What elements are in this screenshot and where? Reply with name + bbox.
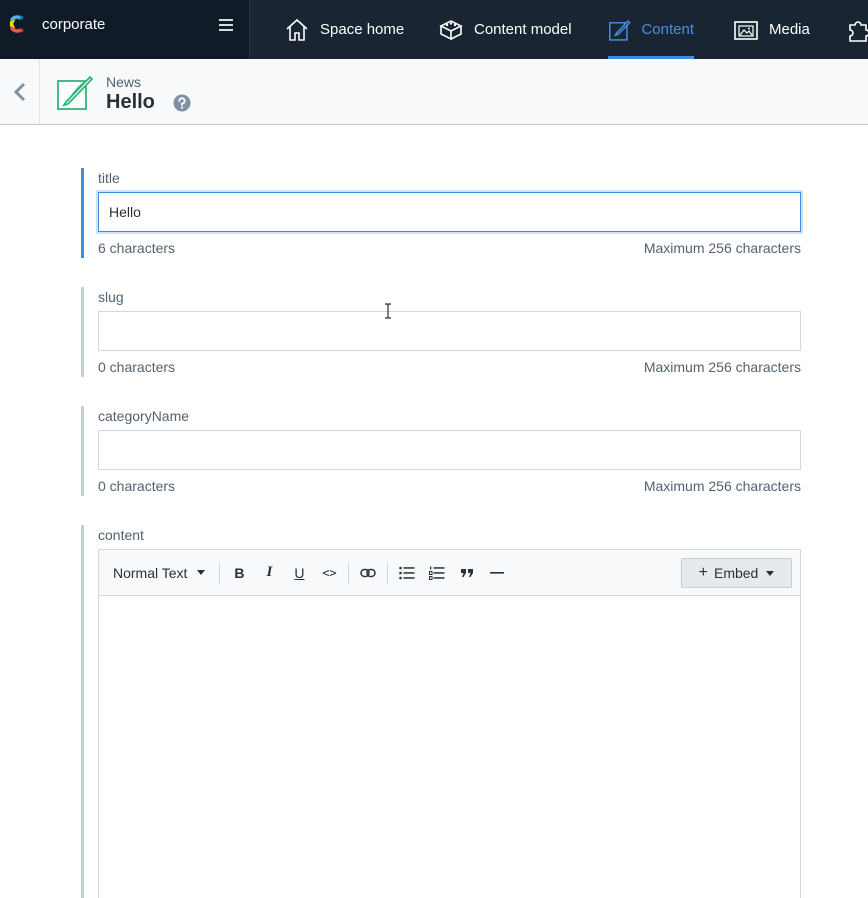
text-format-dropdown[interactable]: Normal Text <box>105 558 213 588</box>
bold-icon: B <box>234 564 245 581</box>
field-meta: 0 characters Maximum 256 characters <box>98 478 801 494</box>
nav-apps[interactable] <box>846 0 868 59</box>
nav-label: Space home <box>320 21 405 38</box>
toolbar-divider <box>219 561 221 584</box>
media-icon <box>734 20 758 40</box>
code-button[interactable]: <> <box>314 558 344 588</box>
character-max: Maximum 256 characters <box>643 359 801 375</box>
bulleted-list-icon <box>399 566 415 579</box>
character-max: Maximum 256 characters <box>643 478 801 494</box>
text-cursor-icon <box>385 303 391 319</box>
field-label: slug <box>98 289 124 305</box>
field-title: title 6 characters Maximum 256 character… <box>81 168 801 258</box>
category-name-input[interactable] <box>98 430 801 470</box>
top-navigation: corporate Space home Content model Conte… <box>0 0 868 59</box>
content-model-icon <box>439 19 463 40</box>
entry-title: Hello <box>106 91 155 113</box>
link-button[interactable] <box>353 558 383 588</box>
quote-button[interactable] <box>452 558 482 588</box>
toolbar-divider <box>348 561 350 584</box>
link-icon <box>360 568 377 577</box>
back-button[interactable] <box>0 59 40 124</box>
numbered-list-button[interactable] <box>422 558 452 588</box>
field-label: title <box>98 170 120 186</box>
quote-icon <box>461 568 474 577</box>
field-content: content Normal Text B I U <> + Embed <box>81 525 801 898</box>
character-max: Maximum 256 characters <box>643 240 801 256</box>
rich-text-editor: Normal Text B I U <> + Embed <box>98 549 801 898</box>
chevron-left-icon <box>13 82 25 101</box>
underline-icon: U <box>294 564 305 581</box>
contentful-logo-icon <box>9 15 24 33</box>
code-icon: <> <box>322 565 337 580</box>
italic-icon: I <box>266 564 273 580</box>
home-icon <box>286 18 308 41</box>
nav-content-model[interactable]: Content model <box>438 0 572 59</box>
entry-edit-icon <box>57 75 94 110</box>
field-meta: 0 characters Maximum 256 characters <box>98 359 801 375</box>
field-label: content <box>98 527 144 543</box>
space-name: corporate <box>42 16 106 33</box>
text-format-value: Normal Text <box>113 564 188 581</box>
bulleted-list-button[interactable] <box>392 558 422 588</box>
embed-dropdown-button[interactable]: + Embed <box>681 558 792 588</box>
horizontal-rule-button[interactable] <box>482 558 512 588</box>
puzzle-icon <box>849 20 868 42</box>
nav-content[interactable]: Content <box>608 0 694 59</box>
field-category-name: categoryName 0 characters Maximum 256 ch… <box>81 406 801 496</box>
content-type-name: News <box>106 74 142 90</box>
entry-header: News Hello <box>0 59 868 125</box>
hamburger-menu-icon[interactable] <box>218 16 236 34</box>
bold-button[interactable]: B <box>224 558 254 588</box>
embed-label: Embed <box>713 565 759 581</box>
title-input[interactable] <box>98 192 801 232</box>
space-switcher[interactable]: corporate <box>0 0 250 59</box>
toolbar-divider <box>387 561 389 584</box>
content-icon <box>609 19 631 41</box>
horizontal-rule-icon <box>490 571 505 574</box>
character-count: 6 characters <box>98 240 176 256</box>
caret-down-icon <box>197 570 206 575</box>
nav-media[interactable]: Media <box>733 0 810 59</box>
plus-icon: + <box>698 564 708 581</box>
field-label: categoryName <box>98 408 190 424</box>
nav-label: Content model <box>474 21 572 38</box>
rich-text-body[interactable] <box>99 596 800 898</box>
nav-space-home[interactable]: Space home <box>284 0 404 59</box>
help-icon[interactable] <box>173 94 191 112</box>
field-meta: 6 characters Maximum 256 characters <box>98 240 801 256</box>
character-count: 0 characters <box>98 478 176 494</box>
numbered-list-icon <box>429 566 445 580</box>
slug-input[interactable] <box>98 311 801 351</box>
rich-text-toolbar: Normal Text B I U <> + Embed <box>99 550 800 596</box>
character-count: 0 characters <box>98 359 176 375</box>
nav-label: Content <box>641 21 694 38</box>
italic-button[interactable]: I <box>254 558 284 588</box>
caret-down-icon <box>766 570 775 576</box>
underline-button[interactable]: U <box>284 558 314 588</box>
field-slug: slug 0 characters Maximum 256 characters <box>81 287 801 377</box>
nav-label: Media <box>769 21 810 38</box>
